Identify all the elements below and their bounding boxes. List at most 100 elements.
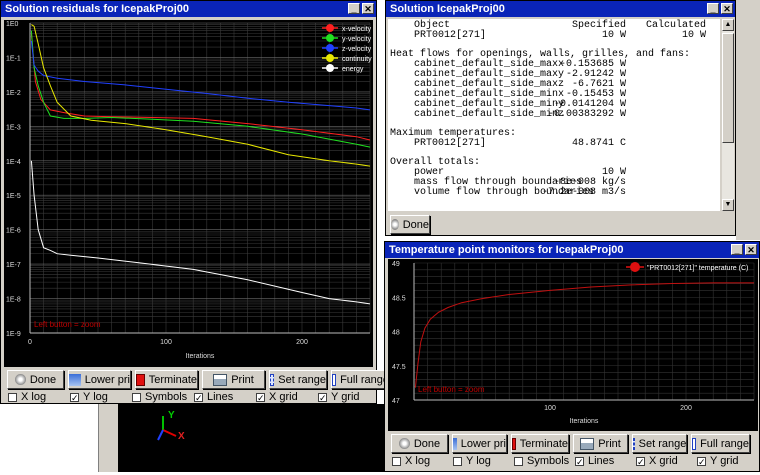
temperature-done-button[interactable]: Done — [391, 434, 448, 453]
temperature-button-row: Done Lower pri Terminate Print Set range… — [391, 434, 750, 453]
heat-flow-value: -0.00383292 W — [547, 109, 626, 120]
viewport-3d[interactable]: Y X — [118, 404, 384, 472]
set-range-icon — [632, 437, 635, 450]
legend-marker — [326, 24, 334, 32]
terminate-icon — [512, 437, 516, 450]
total-value: -7.2e-008 m3/s — [541, 187, 626, 198]
legend-label: y-velocity — [342, 36, 372, 43]
checkbox-box[interactable] — [392, 456, 401, 466]
solution-window: Solution IcepakProj00 _ ✕ Object Specifi… — [385, 0, 736, 236]
temperature-lines-checkbox[interactable]: ✓ Lines — [575, 455, 636, 467]
axes-triad — [157, 416, 177, 441]
residuals-options-row: X log ✓ Y log Symbols ✓ Lines ✓ X grid ✓ Y g… — [8, 391, 368, 403]
minimize-button[interactable]: _ — [731, 244, 743, 255]
printer-icon — [580, 437, 595, 450]
lower-priority-icon — [453, 437, 457, 450]
done-icon — [398, 438, 410, 449]
x-tick-label: 0 — [28, 339, 32, 346]
temperature-xgrid-checkbox[interactable]: ✓ X grid — [636, 455, 697, 467]
temperature-print-button[interactable]: Print — [573, 434, 628, 453]
checkbox-box[interactable]: ✓ — [318, 392, 327, 402]
full-range-icon — [332, 373, 337, 386]
legend-marker — [326, 34, 334, 42]
temperature-symbols-checkbox[interactable]: Symbols — [514, 455, 575, 467]
scroll-up-icon[interactable]: ▲ — [722, 19, 734, 31]
residuals-lines-checkbox[interactable]: ✓ Lines — [194, 391, 256, 403]
checkbox-box[interactable]: ✓ — [256, 392, 265, 402]
max-temp-value: 48.8741 C — [571, 138, 626, 149]
checkbox-box[interactable]: ✓ — [636, 456, 645, 466]
checkbox-box[interactable] — [453, 456, 462, 466]
residuals-full-range-button[interactable]: Full range — [331, 370, 390, 389]
residuals-lower-pri-button[interactable]: Lower pri — [68, 370, 131, 389]
y-tick-label: 48 — [392, 330, 400, 337]
checkbox-box[interactable]: ✓ — [70, 392, 79, 402]
residuals-ygrid-checkbox[interactable]: ✓ Y grid — [318, 391, 368, 403]
scroll-thumb[interactable] — [722, 33, 734, 143]
x-tick-label: 200 — [296, 339, 308, 346]
residuals-xlog-checkbox[interactable]: X log — [8, 391, 70, 403]
residuals-button-row: Done Lower pri Terminate Print Set range… — [7, 370, 390, 389]
triad-x-axis — [162, 429, 177, 437]
max-temp-name: PRT0012[271] — [414, 138, 487, 149]
temperature-zoom-hint: Left button = zoom — [418, 385, 485, 394]
triad-z-axis — [157, 429, 164, 441]
temperature-titlebar[interactable]: Temperature point monitors for IcepakPro… — [385, 242, 759, 258]
x-axis-label: Iterations — [570, 418, 599, 425]
temperature-ygrid-checkbox[interactable]: ✓ Y grid — [697, 455, 747, 467]
y-tick-label: 1E-9 — [6, 331, 21, 338]
residuals-chart[interactable]: 1E0 1E-1 1E-2 1E-3 1E-4 1E-5 1E-6 1E-7 1E-8 1E-9 0… — [4, 20, 373, 367]
y-tick-label: 1E-1 — [6, 55, 21, 62]
scroll-down-icon[interactable]: ▼ — [722, 199, 734, 211]
residuals-title: Solution residuals for IcepakProj00 — [5, 3, 189, 15]
triad-y-label: Y — [168, 410, 175, 421]
close-icon[interactable]: ✕ — [745, 244, 757, 255]
residuals-window: Solution residuals for IcepakProj00 _ ✕ … — [0, 0, 390, 404]
series-line-x-velocity — [30, 33, 371, 141]
temperature-lower-pri-button[interactable]: Lower pri — [452, 434, 507, 453]
x-axis-label: Iterations — [186, 353, 215, 360]
y-tick-label: 1E-4 — [6, 159, 21, 166]
residuals-plot-area[interactable]: 1E0 1E-1 1E-2 1E-3 1E-4 1E-5 1E-6 1E-7 1E-8 1E-9 0… — [4, 20, 373, 367]
solution-titlebar[interactable]: Solution IcepakProj00 _ ✕ — [386, 1, 735, 17]
residuals-symbols-checkbox[interactable]: Symbols — [132, 391, 194, 403]
full-range-icon — [692, 437, 697, 450]
legend-marker — [326, 64, 334, 72]
part-specified: 10 W — [601, 30, 626, 41]
residuals-terminate-button[interactable]: Terminate — [135, 370, 198, 389]
checkbox-box[interactable] — [514, 456, 523, 466]
residuals-print-button[interactable]: Print — [202, 370, 265, 389]
close-icon[interactable]: ✕ — [362, 3, 374, 14]
checkbox-box[interactable] — [8, 392, 17, 402]
residuals-titlebar[interactable]: Solution residuals for IcepakProj00 _ ✕ — [1, 1, 376, 17]
temperature-full-range-button[interactable]: Full range — [691, 434, 750, 453]
legend-label: continuity — [342, 56, 372, 63]
temperature-ylog-checkbox[interactable]: Y log — [453, 455, 514, 467]
close-icon[interactable]: ✕ — [721, 3, 733, 14]
minimize-button[interactable]: _ — [707, 3, 719, 14]
residuals-done-button[interactable]: Done — [7, 370, 64, 389]
checkbox-box[interactable] — [132, 392, 141, 402]
part-name: PRT0012[271] — [414, 30, 487, 41]
series-line-temperature — [414, 282, 754, 388]
temperature-set-range-button[interactable]: Set range — [632, 434, 687, 453]
residuals-xgrid-checkbox[interactable]: ✓ X grid — [256, 391, 318, 403]
temperature-terminate-button[interactable]: Terminate — [511, 434, 569, 453]
solution-done-button[interactable]: Done — [390, 215, 430, 234]
residuals-ylog-checkbox[interactable]: ✓ Y log — [70, 391, 132, 403]
x-tick-label: 100 — [544, 405, 556, 412]
printer-icon — [213, 373, 228, 386]
y-tick-label: 1E-8 — [6, 297, 21, 304]
legend-label: z-velocity — [342, 46, 372, 53]
residuals-zoom-hint: Left button = zoom — [34, 320, 101, 329]
minimize-button[interactable]: _ — [348, 3, 360, 14]
temperature-xlog-checkbox[interactable]: X log — [392, 455, 453, 467]
residuals-set-range-button[interactable]: Set range — [269, 370, 327, 389]
checkbox-box[interactable]: ✓ — [697, 456, 706, 466]
checkbox-box[interactable]: ✓ — [575, 456, 584, 466]
temperature-plot-area[interactable]: 47 47.5 48 48.5 49 100 200 Iterations "PRT0012[2… — [388, 259, 758, 431]
checkbox-box[interactable]: ✓ — [194, 392, 203, 402]
temperature-monitor-window: Temperature point monitors for IcepakPro… — [384, 241, 760, 472]
temperature-chart[interactable]: 47 47.5 48 48.5 49 100 200 Iterations "PRT0012[2… — [388, 259, 758, 431]
solution-scrollbar[interactable]: ▲ ▼ — [722, 19, 734, 211]
